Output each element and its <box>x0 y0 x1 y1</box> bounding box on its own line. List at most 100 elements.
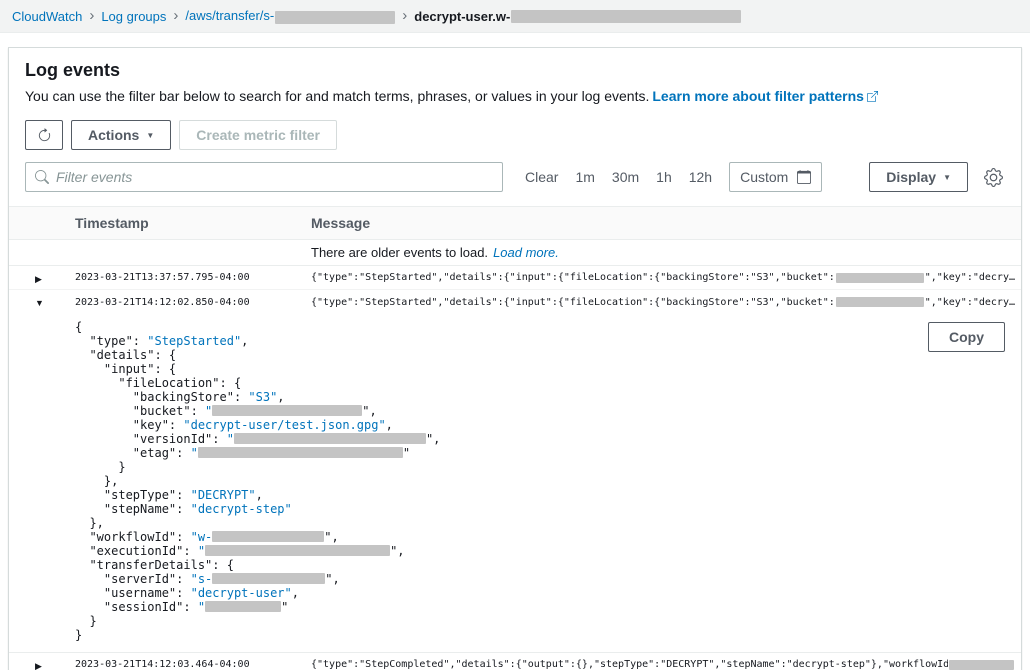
range-12h-button[interactable]: 12h <box>689 169 712 185</box>
json-punctuation-text: " <box>281 600 288 614</box>
breadcrumb-separator-icon: › <box>402 8 407 23</box>
json-value-text: " <box>227 432 234 446</box>
json-key-text: "backingStore": <box>75 390 248 404</box>
json-value-text: " <box>198 544 205 558</box>
json-punctuation-text: ", <box>325 572 339 586</box>
json-line: "sessionId": "" <box>75 600 1005 614</box>
redaction <box>198 447 403 458</box>
custom-range-button[interactable]: Custom <box>729 162 822 192</box>
expanded-event-detail: Copy { "type": "StepStarted", "details":… <box>9 314 1021 653</box>
log-events-table: Timestamp Message There are older events… <box>9 206 1021 670</box>
gear-icon <box>984 168 1003 187</box>
json-value-text: " <box>205 404 212 418</box>
breadcrumb-log-groups[interactable]: Log groups <box>101 9 166 24</box>
message-column-header[interactable]: Message <box>311 215 1021 231</box>
refresh-button[interactable] <box>25 120 63 150</box>
expand-arrow-icon[interactable]: ▶ <box>9 661 42 670</box>
message-text: ","key":"decry… <box>925 272 1015 283</box>
settings-gear-button[interactable] <box>982 166 1005 189</box>
panel-header: Log events You can use the filter bar be… <box>9 48 1021 206</box>
learn-more-link[interactable]: Learn more about filter patterns <box>652 88 878 104</box>
actions-button[interactable]: Actions ▼ <box>71 120 171 150</box>
description-text: You can use the filter bar below to sear… <box>25 88 649 104</box>
filter-bar: Clear 1m 30m 1h 12h Custom Display▼ <box>25 162 1005 192</box>
event-timestamp: 2023-03-21T14:12:03.464-04:00 <box>75 659 311 670</box>
json-punctuation-text: , <box>256 488 263 502</box>
older-events-row: There are older events to load. Load mor… <box>9 240 1021 266</box>
json-key-text: "username": <box>75 586 191 600</box>
display-button[interactable]: Display▼ <box>869 162 968 192</box>
redaction <box>234 433 426 444</box>
json-punctuation-text: ", <box>390 544 404 558</box>
chevron-down-icon: ▼ <box>146 132 154 140</box>
json-key-text: } <box>75 628 82 642</box>
load-more-link[interactable]: Load more. <box>493 245 559 260</box>
json-value-text: " <box>191 446 198 460</box>
json-key-text: "stepName": <box>75 502 191 516</box>
create-metric-filter-button[interactable]: Create metric filter <box>179 120 337 150</box>
range-1h-button[interactable]: 1h <box>656 169 672 185</box>
json-key-text: "bucket": <box>75 404 205 418</box>
range-1m-button[interactable]: 1m <box>575 169 594 185</box>
create-metric-filter-label: Create metric filter <box>196 127 320 143</box>
collapse-arrow-icon[interactable]: ▼ <box>9 298 44 308</box>
json-line: "type": "StepStarted", <box>75 334 1005 348</box>
event-timestamp: 2023-03-21T13:37:57.795-04:00 <box>75 272 311 283</box>
json-line: "input": { <box>75 362 1005 376</box>
breadcrumb-log-group[interactable]: /aws/transfer/s- <box>185 8 395 23</box>
json-key-text: "input": { <box>75 362 176 376</box>
message-text: {"type":"StepStarted","details":{"input"… <box>311 272 835 283</box>
redaction <box>205 601 281 612</box>
json-line: { <box>75 320 1005 334</box>
json-value-text: "decrypt-step" <box>191 502 292 516</box>
json-key-text: "versionId": <box>75 432 227 446</box>
refresh-icon <box>37 128 52 143</box>
json-punctuation-text: , <box>292 586 299 600</box>
breadcrumb-cloudwatch[interactable]: CloudWatch <box>12 9 82 24</box>
json-key-text: "serverId": <box>75 572 191 586</box>
display-label: Display <box>886 169 936 185</box>
search-icon <box>35 170 49 184</box>
log-event-row[interactable]: ▶ 2023-03-21T14:12:03.464-04:00 {"type":… <box>9 653 1021 670</box>
event-message: {"type":"StepCompleted","details":{"outp… <box>311 659 1021 670</box>
json-punctuation-text: , <box>386 418 393 432</box>
copy-button[interactable]: Copy <box>928 322 1005 352</box>
expand-arrow-icon[interactable]: ▶ <box>9 274 42 284</box>
json-value-text: "DECRYPT" <box>191 488 256 502</box>
json-line: "serverId": "s-", <box>75 572 1005 586</box>
log-event-row[interactable]: ▶ 2023-03-21T13:37:57.795-04:00 {"type":… <box>9 266 1021 290</box>
clear-time-filter-button[interactable]: Clear <box>525 169 558 185</box>
json-line: }, <box>75 516 1005 530</box>
event-message: {"type":"StepStarted","details":{"input"… <box>311 272 1021 283</box>
range-30m-button[interactable]: 30m <box>612 169 639 185</box>
json-key-text: "transferDetails": { <box>75 558 234 572</box>
custom-range-label: Custom <box>740 169 788 185</box>
json-punctuation-text: " <box>403 446 410 460</box>
redaction <box>275 11 395 24</box>
json-line: }, <box>75 474 1005 488</box>
json-key-text: "sessionId": <box>75 600 198 614</box>
json-key-text: "type": <box>75 334 147 348</box>
actions-label: Actions <box>88 127 139 143</box>
json-key-text: "executionId": <box>75 544 198 558</box>
redaction <box>836 297 924 307</box>
expanded-event-json: { "type": "StepStarted", "details": { "i… <box>75 320 1005 642</box>
json-line: "transferDetails": { <box>75 558 1005 572</box>
external-link-icon <box>867 91 878 102</box>
breadcrumb-log-stream: decrypt-user.w- <box>414 9 741 24</box>
filter-events-input[interactable] <box>56 169 493 185</box>
json-line: "details": { <box>75 348 1005 362</box>
json-punctuation-text: , <box>277 390 284 404</box>
json-punctuation-text: ", <box>362 404 376 418</box>
json-key-text: "details": { <box>75 348 176 362</box>
json-value-text: "StepStarted" <box>147 334 241 348</box>
json-key-text: } <box>75 460 126 474</box>
log-event-row[interactable]: ▼ 2023-03-21T14:12:02.850-04:00 {"type":… <box>9 290 1021 314</box>
breadcrumb-separator-icon: › <box>89 8 94 23</box>
display-controls: Display▼ <box>869 162 1005 192</box>
filter-events-field[interactable] <box>25 162 503 192</box>
page-title: Log events <box>25 60 1005 81</box>
json-key-text: }, <box>75 516 104 530</box>
timestamp-column-header[interactable]: Timestamp <box>75 215 311 231</box>
copy-label: Copy <box>949 329 984 345</box>
